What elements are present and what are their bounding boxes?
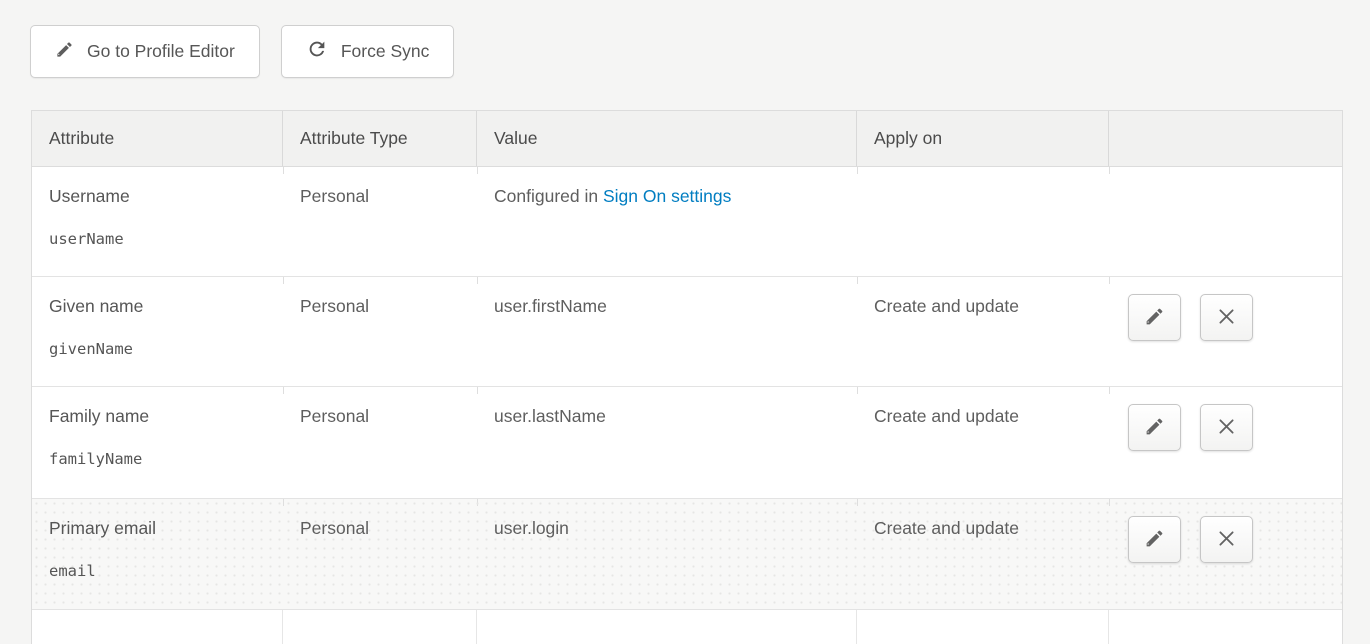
table-row: Family name familyName Personal user.las… <box>32 386 1342 498</box>
attribute-mapping-table: Attribute Attribute Type Value Apply on … <box>31 110 1343 644</box>
apply-on-cell <box>857 167 1109 276</box>
attribute-label: Family name <box>49 406 273 427</box>
attribute-type-cell: Personal <box>283 499 477 609</box>
edit-mapping-button[interactable] <box>1128 516 1181 563</box>
attribute-cell <box>32 610 283 644</box>
table-row-partial <box>32 609 1342 644</box>
value-cell: user.lastName <box>477 387 857 498</box>
attribute-variable: userName <box>49 230 273 248</box>
value-prefix-text: Configured in <box>494 186 603 206</box>
attribute-variable: familyName <box>49 450 273 468</box>
column-header-actions <box>1109 111 1342 166</box>
actions-cell <box>1109 167 1342 276</box>
pencil-icon <box>1144 528 1165 552</box>
pencil-icon <box>55 40 74 64</box>
delete-mapping-button[interactable] <box>1200 516 1253 563</box>
attribute-type-cell: Personal <box>283 167 477 276</box>
edit-mapping-button[interactable] <box>1128 294 1181 341</box>
force-sync-label: Force Sync <box>341 41 430 62</box>
close-icon <box>1216 306 1237 330</box>
refresh-icon <box>306 38 328 65</box>
column-header-value: Value <box>477 111 857 166</box>
attribute-cell: Given name givenName <box>32 277 283 386</box>
apply-on-cell: Create and update <box>857 277 1109 386</box>
attribute-cell: Username userName <box>32 167 283 276</box>
attribute-variable: email <box>49 562 273 580</box>
column-header-apply-on: Apply on <box>857 111 1109 166</box>
close-icon <box>1216 528 1237 552</box>
attribute-type-cell: Personal <box>283 387 477 498</box>
actions-cell <box>1109 499 1342 609</box>
table-row: Given name givenName Personal user.first… <box>32 276 1342 386</box>
actions-cell <box>1109 610 1342 644</box>
table-row: Primary email email Personal user.login … <box>32 498 1342 609</box>
attribute-cell: Primary email email <box>32 499 283 609</box>
toolbar: Go to Profile Editor Force Sync <box>30 25 454 78</box>
value-cell: user.login <box>477 499 857 609</box>
column-header-attribute-type: Attribute Type <box>283 111 477 166</box>
value-cell: user.firstName <box>477 277 857 386</box>
actions-cell <box>1109 387 1342 498</box>
delete-mapping-button[interactable] <box>1200 404 1253 451</box>
attribute-variable: givenName <box>49 340 273 358</box>
table-header-row: Attribute Attribute Type Value Apply on <box>32 111 1342 166</box>
force-sync-button[interactable]: Force Sync <box>281 25 455 78</box>
actions-cell <box>1109 277 1342 386</box>
value-cell <box>477 610 857 644</box>
pencil-icon <box>1144 416 1165 440</box>
apply-on-cell <box>857 610 1109 644</box>
attribute-type-cell: Personal <box>283 277 477 386</box>
attribute-label: Primary email <box>49 518 273 539</box>
pencil-icon <box>1144 306 1165 330</box>
value-cell: Configured in Sign On settings <box>477 167 857 276</box>
attribute-cell: Family name familyName <box>32 387 283 498</box>
attribute-type-cell <box>283 610 477 644</box>
apply-on-cell: Create and update <box>857 387 1109 498</box>
apply-on-cell: Create and update <box>857 499 1109 609</box>
close-icon <box>1216 416 1237 440</box>
sign-on-settings-link[interactable]: Sign On settings <box>603 186 731 206</box>
edit-mapping-button[interactable] <box>1128 404 1181 451</box>
attribute-label: Given name <box>49 296 273 317</box>
table-row: Username userName Personal Configured in… <box>32 166 1342 276</box>
attribute-label: Username <box>49 186 273 207</box>
go-to-profile-editor-button[interactable]: Go to Profile Editor <box>30 25 260 78</box>
delete-mapping-button[interactable] <box>1200 294 1253 341</box>
column-header-attribute: Attribute <box>32 111 283 166</box>
go-to-profile-editor-label: Go to Profile Editor <box>87 41 235 62</box>
